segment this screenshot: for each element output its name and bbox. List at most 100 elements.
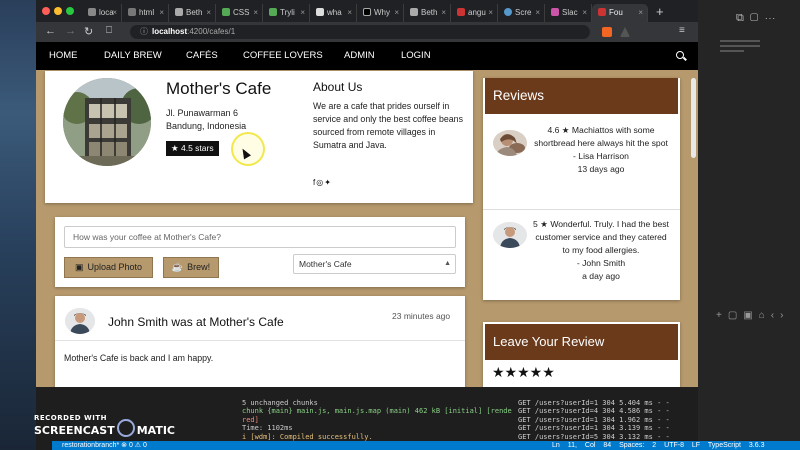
cafe-select-value: Mother's Cafe: [299, 259, 352, 269]
cafe-select[interactable]: Mother's Cafe ▲: [293, 254, 456, 274]
browser-tab[interactable]: wha ×: [310, 4, 357, 22]
ide-toolbar-icons[interactable]: ⧉ ▢ ⋯: [736, 12, 775, 25]
tab-close-icon[interactable]: ×: [535, 4, 540, 22]
terminal-line: GET /users?userId=1 304 5.404 ms - -: [518, 398, 670, 407]
divider: [483, 209, 680, 210]
tab-label: Fou: [609, 8, 623, 17]
address-line1: Jl. Punawarman 6: [166, 108, 239, 118]
terminal-line: chunk {main} main.js, main.js.map (main)…: [242, 407, 512, 416]
tab-close-icon[interactable]: ×: [253, 4, 258, 22]
nav-login[interactable]: LOGIN: [401, 42, 431, 70]
browser-tab[interactable]: angu ×: [451, 4, 498, 22]
tab-close-icon[interactable]: ×: [441, 4, 446, 22]
coffee-cup-icon: ☕: [171, 262, 184, 272]
reviewer-avatar-illustration: [493, 222, 527, 248]
review-input[interactable]: How was your coffee at Mother's Cafe?: [64, 226, 456, 248]
statusbar-branch[interactable]: restorationbranch* ⊗ 0 ⚠ 0: [62, 441, 147, 450]
avatar[interactable]: [65, 308, 95, 334]
nav-daily-brew[interactable]: DAILY BREW: [104, 42, 162, 70]
address-line2: Bandung, Indonesia: [166, 121, 247, 131]
minimize-window-icon[interactable]: [54, 7, 62, 15]
terminal-line: GET /users?userId=1 304 1.962 ms - -: [518, 415, 670, 424]
reviews-heading: Reviews: [485, 78, 678, 114]
browser-tab[interactable]: Tryli ×: [263, 4, 310, 22]
nav-cafes[interactable]: CAFÉS: [186, 42, 218, 70]
tab-favicon-icon: [128, 8, 136, 16]
tab-favicon-icon: [410, 8, 418, 16]
tab-favicon-icon: [598, 8, 606, 16]
close-window-icon[interactable]: [42, 7, 50, 15]
terminal-line: GET /users?userId=1 304 3.139 ms - -: [518, 424, 670, 433]
menu-icon[interactable]: ≡: [679, 25, 685, 36]
tab-favicon-icon: [457, 8, 465, 16]
tab-close-icon[interactable]: ×: [394, 4, 399, 22]
nav-coffee-lovers[interactable]: COFFEE LOVERS: [243, 42, 323, 70]
tab-close-icon[interactable]: ×: [206, 4, 211, 22]
tab-label: angu: [468, 8, 486, 17]
browser-tab[interactable]: Scre ×: [498, 4, 545, 22]
browser-tab[interactable]: Beth ×: [404, 4, 451, 22]
url-host: localhost: [152, 27, 188, 36]
reload-icon[interactable]: ↻: [84, 25, 93, 38]
twitter-icon[interactable]: ✦: [324, 178, 332, 187]
tab-label: CSS: [233, 8, 250, 17]
review-time: a day ago: [582, 271, 620, 281]
cafe-address: Jl. Punawarman 6 Bandung, Indonesia: [166, 107, 246, 133]
tab-close-icon[interactable]: ×: [582, 4, 587, 22]
nav-home[interactable]: HOME: [49, 42, 78, 70]
tab-close-icon[interactable]: ×: [347, 4, 352, 22]
bookmark-icon[interactable]: ⎕: [106, 25, 112, 36]
tab-favicon-icon: [269, 8, 277, 16]
star-rating-input[interactable]: ★★★★★: [492, 364, 555, 381]
tab-close-icon[interactable]: ×: [300, 4, 305, 22]
leave-review-heading: Leave Your Review: [485, 324, 678, 360]
nav-admin[interactable]: ADMIN: [344, 42, 375, 70]
cursor-highlight: [231, 132, 265, 166]
about-title: About Us: [313, 80, 363, 94]
browser-tab[interactable]: loca ×: [82, 4, 122, 22]
statusbar-info[interactable]: Ln 11, Col 84 Spaces: 2 UTF-8 LF TypeScr…: [552, 441, 765, 450]
browser-tab-active[interactable]: Fou ×: [592, 4, 648, 22]
checkin-form: How was your coffee at Mother's Cafe? ▣ U…: [55, 217, 465, 287]
reviewer-avatar-illustration: [493, 130, 527, 156]
browser-tab[interactable]: Slac ×: [545, 4, 592, 22]
cafe-building-illustration: [63, 78, 151, 166]
tab-label: Scre: [515, 8, 532, 17]
browser-tab[interactable]: Beth ×: [169, 4, 216, 22]
browser-window: loca × html × Beth × CSS × Tryli × wha × Why × …: [36, 0, 698, 387]
tab-favicon-icon: [316, 8, 324, 16]
upload-photo-button[interactable]: ▣ Upload Photo: [64, 257, 153, 278]
brew-button[interactable]: ☕ Brew!: [163, 257, 219, 278]
terminal-line: 5 unchanged chunks: [242, 398, 318, 407]
leave-review-panel: Leave Your Review ★★★★★: [483, 322, 680, 387]
maximize-window-icon[interactable]: [66, 7, 74, 15]
site-navbar: HOME DAILY BREW CAFÉS COFFEE LOVERS ADMI…: [36, 42, 698, 70]
watermark-line1: RECORDED WITH: [34, 414, 107, 422]
browser-tab[interactable]: html ×: [122, 4, 169, 22]
ide-panel-icons[interactable]: +▢▣⌂‹›: [698, 310, 800, 321]
rewards-icon[interactable]: [620, 27, 630, 37]
page-scrollbar[interactable]: [691, 78, 696, 158]
tab-label: Beth: [421, 8, 438, 17]
avatar[interactable]: [493, 130, 527, 156]
tab-close-icon[interactable]: ×: [159, 4, 164, 22]
divider: [55, 340, 465, 341]
browser-tab[interactable]: Why ×: [357, 4, 404, 22]
tab-favicon-icon: [504, 8, 512, 16]
back-arrow-icon[interactable]: ←: [45, 25, 56, 37]
address-toolbar: ← → ↻ ⎕ ⓘ localhost:4200/cafes/1 ≡: [36, 22, 698, 42]
new-tab-button[interactable]: +: [656, 4, 664, 20]
browser-tab[interactable]: CSS ×: [216, 4, 263, 22]
review-author: - John Smith: [576, 258, 626, 268]
forward-arrow-icon[interactable]: →: [65, 25, 76, 37]
tab-close-icon[interactable]: ×: [488, 4, 493, 22]
avatar[interactable]: [493, 222, 527, 248]
brave-shield-icon[interactable]: [602, 27, 612, 37]
social-links: f◎✦: [313, 178, 332, 187]
tab-close-icon[interactable]: ×: [112, 4, 117, 22]
search-icon[interactable]: [676, 51, 684, 59]
tab-close-icon[interactable]: ×: [638, 4, 643, 22]
screencast-watermark: RECORDED WITH SCREENCAST MATIC: [34, 414, 175, 437]
address-bar[interactable]: ⓘ localhost:4200/cafes/1: [130, 25, 590, 39]
site-info-icon[interactable]: ⓘ: [140, 27, 148, 36]
